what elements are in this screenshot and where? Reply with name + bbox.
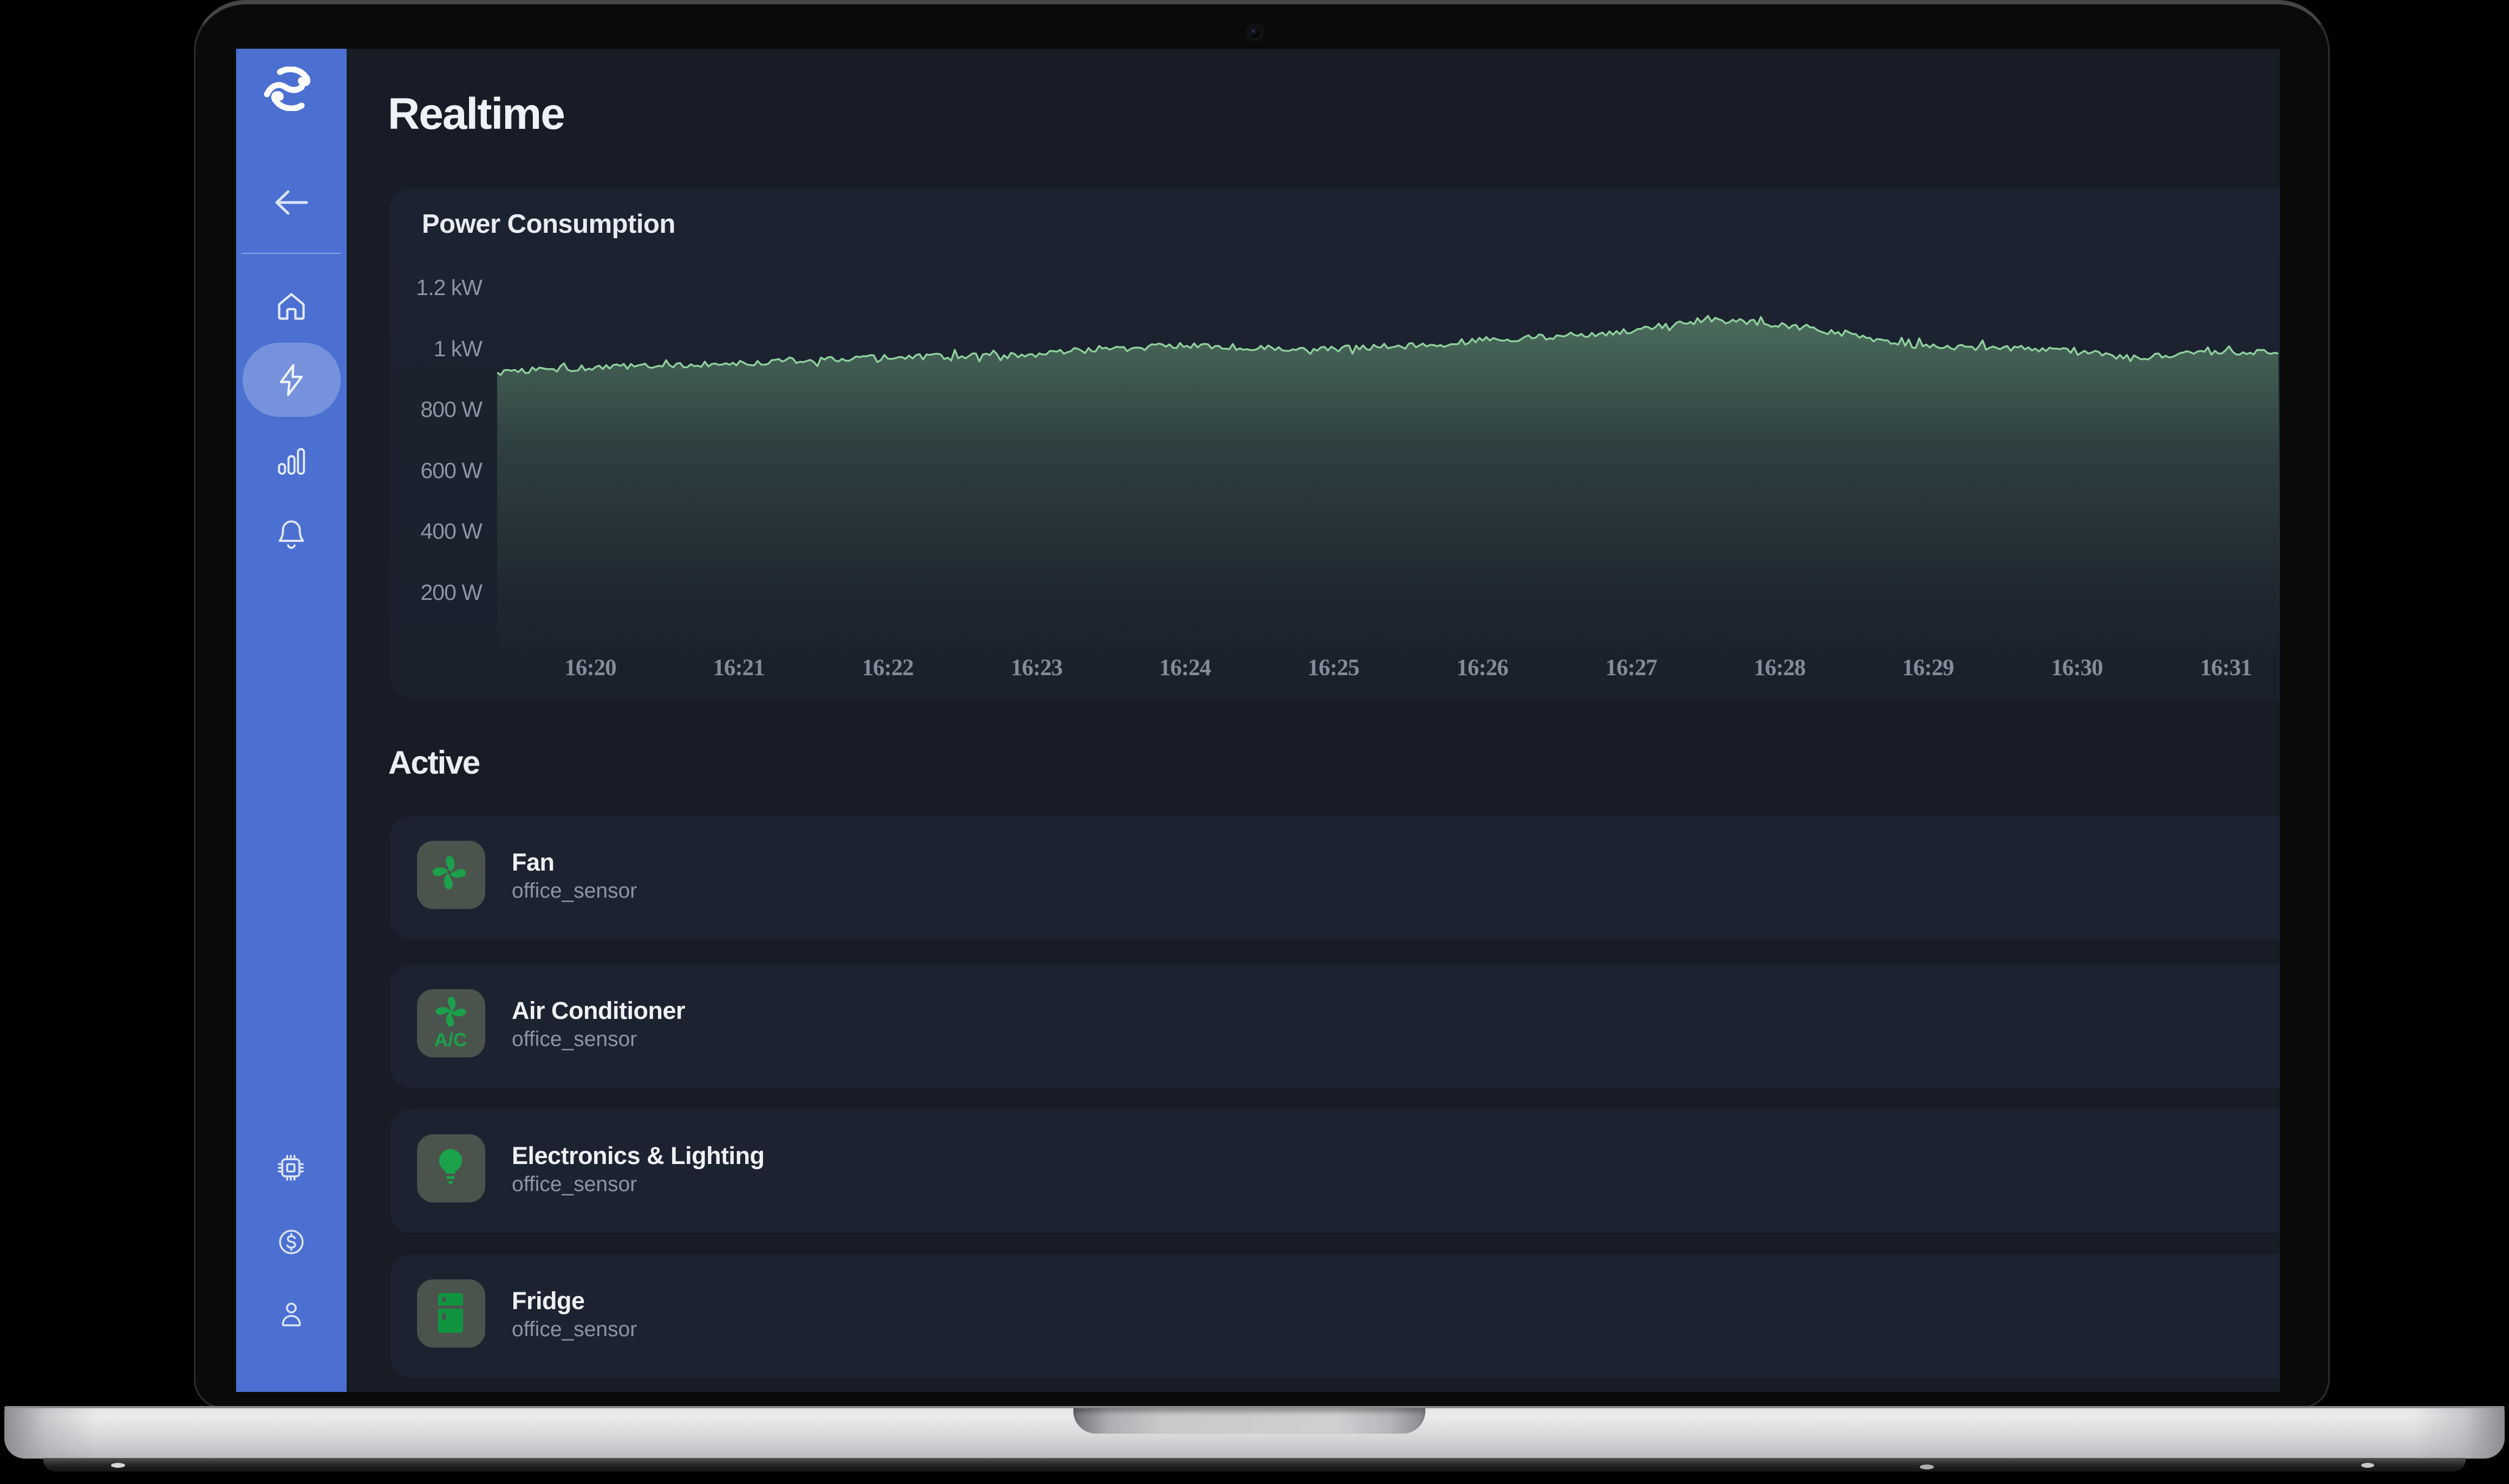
- svg-text:A/C: A/C: [434, 1029, 467, 1050]
